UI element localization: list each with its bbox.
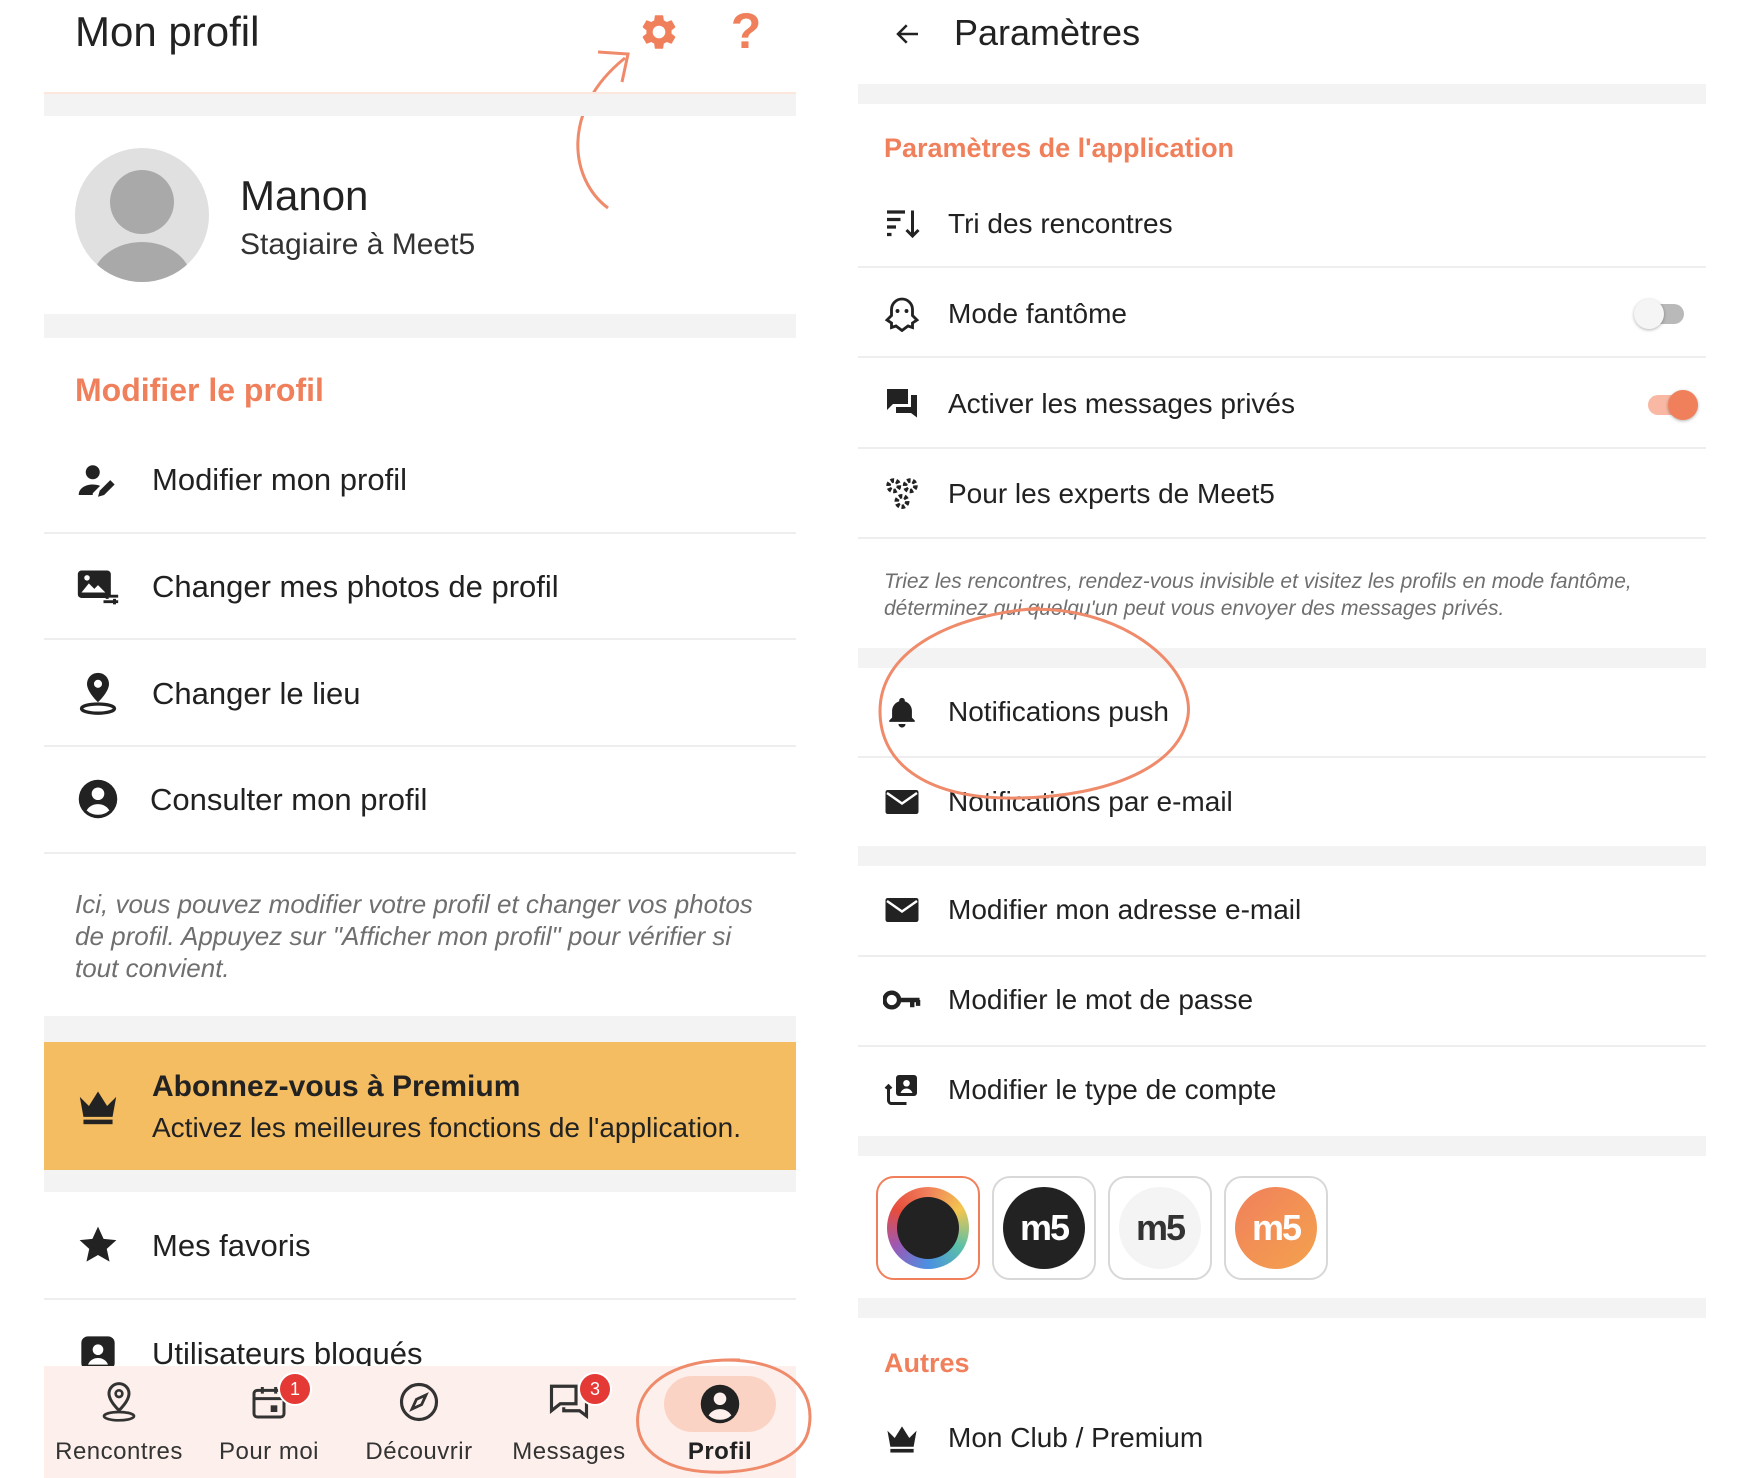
- theme-label: m5: [1135, 1207, 1186, 1248]
- menu-item-label: Changer le lieu: [152, 676, 361, 711]
- row-divider: [44, 852, 796, 854]
- section-title-edit: Modifier le profil: [75, 372, 324, 408]
- annotation-circle: [878, 606, 1190, 800]
- settings-item-label: Modifier le type de compte: [948, 1074, 1277, 1105]
- nav-label: Rencontres: [55, 1438, 183, 1465]
- separator-band: [44, 94, 796, 116]
- row-divider: [44, 532, 796, 534]
- nav-decouvrir[interactable]: Découvrir: [344, 1366, 494, 1478]
- annotation-circle: [636, 1358, 812, 1474]
- theme-option-light[interactable]: m5: [1108, 1176, 1212, 1280]
- row-divider: [858, 537, 1706, 539]
- gears-icon: [882, 474, 922, 514]
- row-divider: [858, 955, 1706, 957]
- avatar[interactable]: [75, 148, 209, 282]
- notification-badge: 3: [578, 1372, 612, 1406]
- row-divider: [44, 745, 796, 747]
- premium-title: Abonnez-vous à Premium: [152, 1070, 521, 1103]
- nav-label: Messages: [512, 1438, 626, 1465]
- theme-ring-icon: [887, 1187, 969, 1269]
- star-icon: [75, 1222, 121, 1268]
- key-icon: [882, 980, 922, 1020]
- menu-item-label: Changer mes photos de profil: [152, 569, 559, 604]
- user-edit-icon: [75, 458, 121, 504]
- nav-messages[interactable]: 3 Messages: [494, 1366, 644, 1478]
- theme-label: m5: [1019, 1207, 1070, 1248]
- theme-option-orange[interactable]: m5: [1224, 1176, 1328, 1280]
- notification-badge: 1: [278, 1372, 312, 1406]
- account-circle-icon: [75, 776, 121, 822]
- user-subtitle: Stagiaire à Meet5: [240, 228, 476, 261]
- menu-item-label: Modifier mon profil: [152, 462, 407, 497]
- settings-item-label: Mon Club / Premium: [948, 1422, 1204, 1453]
- page-title: Mon profil: [75, 8, 260, 55]
- nav-label: Découvrir: [365, 1438, 473, 1465]
- user-name: Manon: [240, 172, 369, 219]
- edit-hint-text: Ici, vous pouvez modifier votre profil e…: [75, 889, 753, 983]
- theme-label: m5: [1251, 1207, 1302, 1248]
- nav-label: Pour moi: [218, 1438, 320, 1465]
- crown-icon: [882, 1418, 922, 1458]
- theme-option-ring[interactable]: [876, 1176, 980, 1280]
- crown-icon: [74, 1082, 122, 1130]
- help-icon[interactable]: ?: [722, 3, 770, 59]
- row-divider: [44, 1298, 796, 1300]
- back-arrow-icon[interactable]: [884, 12, 932, 56]
- row-divider: [44, 638, 796, 640]
- theme-option-dark[interactable]: m5: [992, 1176, 1096, 1280]
- nav-pour-moi[interactable]: 1 Pour moi: [194, 1366, 344, 1478]
- map-pin-icon: [97, 1378, 141, 1426]
- page-title: Paramètres: [954, 12, 1141, 53]
- menu-item-label: Mes favoris: [152, 1228, 311, 1263]
- section-title-other: Autres: [884, 1348, 970, 1378]
- account-switch-icon: [882, 1070, 922, 1110]
- row-divider: [858, 447, 1706, 449]
- row-divider: [858, 266, 1706, 268]
- ghost-icon: [882, 294, 922, 334]
- separator-band: [858, 84, 1706, 104]
- location-person-icon: [75, 670, 121, 716]
- premium-banner[interactable]: Abonnez-vous à Premium Activez les meill…: [44, 1042, 796, 1170]
- settings-item-label: Modifier mon adresse e-mail: [948, 894, 1302, 925]
- settings-item-label: Tri des rencontres: [948, 208, 1173, 239]
- annotation-arrow: [576, 50, 630, 210]
- separator-band: [858, 1298, 1706, 1318]
- row-divider: [858, 356, 1706, 358]
- premium-subtitle: Activez les meilleures fonctions de l'ap…: [152, 1112, 741, 1143]
- nav-rencontres[interactable]: Rencontres: [44, 1366, 194, 1478]
- menu-item-label: Consulter mon profil: [150, 782, 428, 817]
- settings-item-label: Pour les experts de Meet5: [948, 478, 1275, 509]
- theme-light-icon: m5: [1119, 1187, 1201, 1269]
- theme-orange-icon: m5: [1235, 1187, 1317, 1269]
- settings-item-label: Modifier le mot de passe: [948, 984, 1254, 1015]
- toggle-knob: [1668, 390, 1698, 420]
- separator-band: [44, 314, 796, 338]
- separator-band: [858, 846, 1706, 866]
- toggle-knob: [1634, 299, 1664, 329]
- theme-dark-icon: m5: [1003, 1187, 1085, 1269]
- separator-band: [858, 1136, 1706, 1156]
- settings-item-label: Activer les messages privés: [948, 388, 1296, 419]
- settings-item-label: Mode fantôme: [948, 298, 1127, 329]
- sort-icon: [882, 204, 922, 244]
- section-title-app: Paramètres de l'application: [884, 133, 1235, 163]
- compass-icon: [397, 1380, 441, 1424]
- row-divider: [858, 1045, 1706, 1047]
- separator-band: [44, 1170, 796, 1192]
- mail-icon: [882, 890, 922, 930]
- photo-edit-icon: [75, 564, 121, 610]
- forum-icon: [882, 384, 922, 424]
- separator-band: [44, 1016, 796, 1042]
